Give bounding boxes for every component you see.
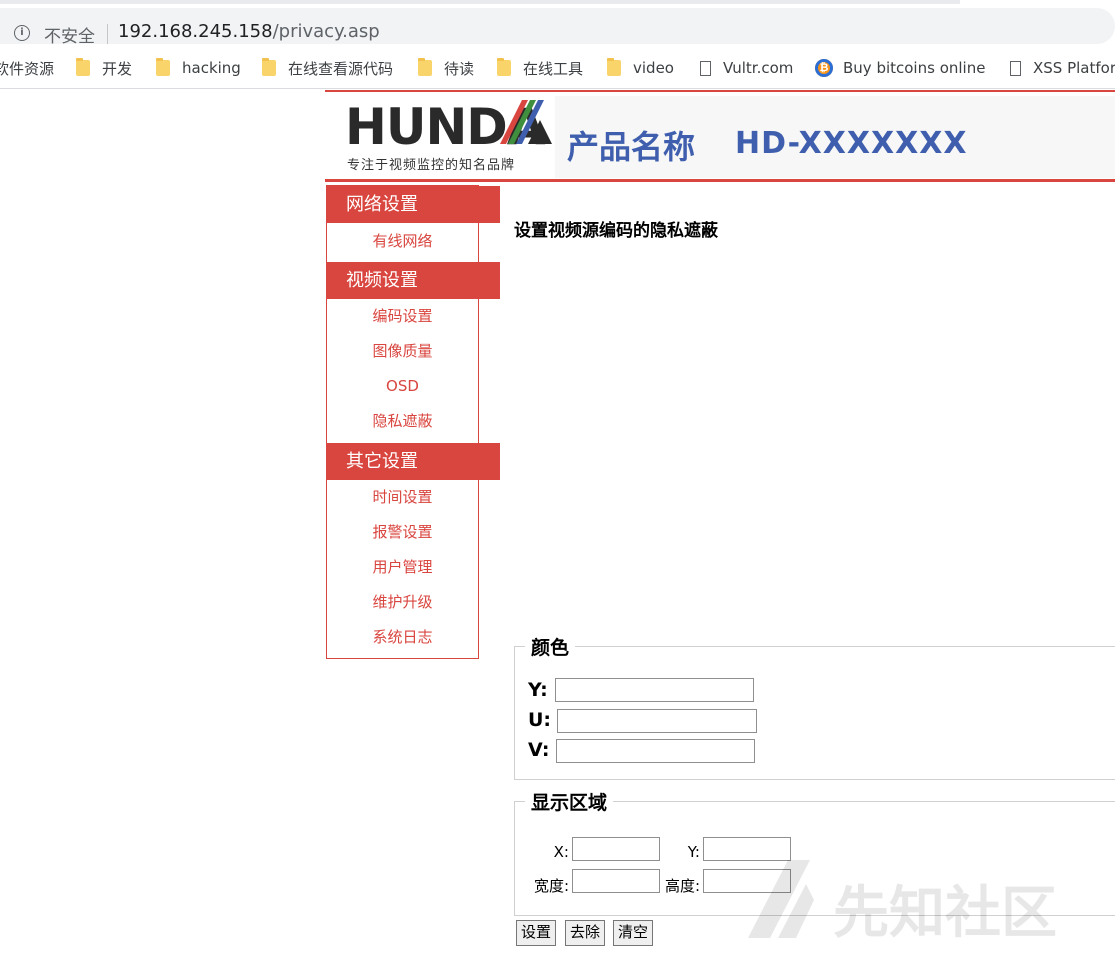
- sidebar-item-osd[interactable]: OSD: [327, 369, 478, 404]
- page-icon: [1010, 60, 1021, 76]
- sidebar-item-users[interactable]: 用户管理: [327, 550, 478, 585]
- bookmark-folder[interactable]: hacking: [156, 50, 241, 86]
- header-banner: HUNDA 专注于视频监控的知名品牌 产品名称 HD-XXXXXXX: [325, 90, 1115, 182]
- sidebar-item-encoding[interactable]: 编码设置: [327, 299, 478, 334]
- set-button[interactable]: 设置: [516, 920, 557, 946]
- x-label: X:: [553, 843, 569, 861]
- bookmark-item[interactable]: Vultr.com: [700, 50, 793, 86]
- bookmark-item[interactable]: 软件资源: [0, 50, 54, 86]
- color-fieldset: 颜色 Y: U: V:: [514, 633, 1115, 780]
- bookmark-label: video: [633, 59, 674, 77]
- omnibox-divider: [107, 24, 108, 44]
- bookmarks-bar: 软件资源 开发 hacking 在线查看源代码 待读 在线工具 video Vu…: [0, 50, 1115, 89]
- security-label[interactable]: 不安全: [44, 22, 95, 47]
- sidebar-item-system-log[interactable]: 系统日志: [327, 620, 478, 655]
- sidebar-item-maintenance[interactable]: 维护升级: [327, 585, 478, 620]
- sidebar-item-image-quality[interactable]: 图像质量: [327, 334, 478, 369]
- bookmark-folder[interactable]: 在线查看源代码: [262, 50, 393, 86]
- sidebar-nav: 网络设置 有线网络 视频设置 编码设置 图像质量 OSD 隐私遮蔽 其它设置 时…: [326, 185, 500, 659]
- bookmark-folder[interactable]: 开发: [76, 50, 132, 86]
- width-label: 宽度:: [533, 877, 569, 895]
- bookmark-label: hacking: [182, 59, 241, 77]
- sidebar-item-wired-network[interactable]: 有线网络: [327, 224, 478, 259]
- bookmark-folder[interactable]: 在线工具: [497, 50, 583, 86]
- page-title: 设置视频源编码的隐私遮蔽: [514, 221, 718, 241]
- area-y-input[interactable]: [703, 837, 791, 861]
- folder-icon: [497, 58, 511, 76]
- folder-icon: [262, 58, 276, 76]
- bookmark-item[interactable]: ₿ Buy bitcoins online: [815, 50, 985, 86]
- bookmark-label: Buy bitcoins online: [843, 59, 986, 77]
- tab-strip-edge: [0, 0, 960, 4]
- color-legend: 颜色: [525, 633, 576, 660]
- url-path: /privacy.asp: [272, 21, 380, 42]
- bookmark-label: 在线工具: [523, 59, 584, 78]
- folder-icon: [156, 58, 170, 76]
- remove-button[interactable]: 去除: [565, 920, 606, 946]
- omnibox[interactable]: i 不安全 192.168.245.158/privacy.asp: [0, 8, 1115, 47]
- sidebar-item-privacy-mask[interactable]: 隐私遮蔽: [327, 404, 478, 439]
- area-x-input[interactable]: [572, 837, 660, 861]
- sidebar-section-other[interactable]: 其它设置: [327, 443, 500, 480]
- watermark-logo-icon: [748, 860, 814, 938]
- watermark: 先知社区: [748, 860, 1108, 946]
- brand-slogan: 专注于视频监控的知名品牌: [347, 158, 516, 173]
- display-area-legend: 显示区域: [525, 788, 614, 815]
- color-y-input[interactable]: [555, 678, 754, 702]
- url-text[interactable]: 192.168.245.158/privacy.asp: [118, 21, 380, 42]
- color-u-input[interactable]: [557, 709, 757, 733]
- u-label: U:: [528, 709, 552, 731]
- product-name-label: 产品名称: [567, 128, 696, 166]
- bookmark-folder[interactable]: video: [607, 50, 674, 86]
- bookmark-item[interactable]: XSS Platfor: [1010, 50, 1115, 86]
- area-width-input[interactable]: [572, 869, 660, 893]
- folder-icon: [607, 58, 621, 76]
- area-y-label: Y:: [687, 843, 700, 861]
- y-label: Y:: [528, 679, 548, 701]
- page-icon: [700, 60, 711, 76]
- url-host: 192.168.245.158: [118, 21, 273, 42]
- sidebar-item-time[interactable]: 时间设置: [327, 480, 478, 515]
- address-bar: i 不安全 192.168.245.158/privacy.asp: [0, 0, 1115, 50]
- bookmark-label: Vultr.com: [723, 59, 794, 77]
- bookmark-label: XSS Platfor: [1033, 59, 1115, 77]
- sidebar-item-alarm[interactable]: 报警设置: [327, 515, 478, 550]
- bitcoin-icon: ₿: [815, 59, 833, 77]
- clear-button[interactable]: 清空: [613, 920, 654, 946]
- folder-icon: [76, 58, 90, 76]
- bookmark-folder[interactable]: 待读: [418, 50, 474, 86]
- logo-stripes-icon: [500, 100, 552, 144]
- bookmark-label: 待读: [444, 59, 475, 78]
- watermark-text: 先知社区: [833, 881, 1057, 946]
- sidebar-section-video[interactable]: 视频设置: [327, 262, 500, 299]
- bookmark-label: 在线查看源代码: [288, 59, 394, 78]
- height-label: 高度:: [664, 877, 700, 895]
- product-model: HD-XXXXXXX: [735, 126, 968, 161]
- bookmark-label: 开发: [102, 59, 133, 78]
- folder-icon: [418, 58, 432, 76]
- color-v-input[interactable]: [556, 739, 755, 763]
- info-icon[interactable]: i: [14, 25, 30, 41]
- v-label: V:: [528, 739, 550, 761]
- sidebar-section-network[interactable]: 网络设置: [327, 186, 500, 223]
- bookmark-label: 软件资源: [0, 59, 55, 78]
